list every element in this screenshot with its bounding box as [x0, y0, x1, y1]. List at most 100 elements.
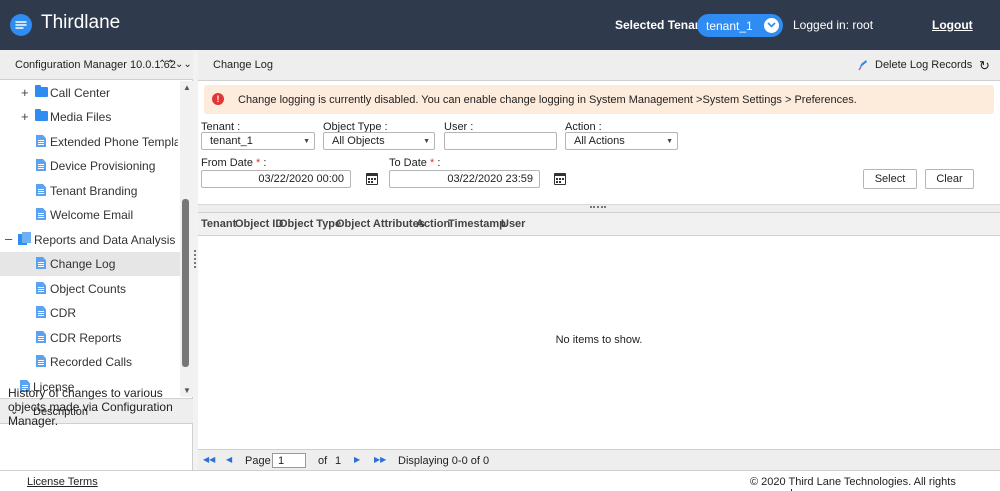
from-date-label: From Date * : — [201, 157, 267, 169]
sidebar-item-label: Media Files — [50, 110, 112, 124]
action-filter-select[interactable]: All Actions ▼ — [565, 132, 678, 150]
brand-name: Thirdlane — [41, 12, 121, 33]
sidebar-item-change-log[interactable]: Change Log — [0, 252, 180, 276]
tenant-selector[interactable]: tenant_1 — [697, 14, 783, 37]
sidebar-item-label: CDR Reports — [50, 331, 122, 345]
from-date-input[interactable]: 03/22/2020 00:00 — [201, 170, 351, 188]
sidebar-item-label: Extended Phone Templat... — [50, 135, 178, 149]
sidebar-item-welcome-email[interactable]: Welcome Email — [0, 203, 180, 227]
copyright-text: © 2020 Third Lane Technologies. All righ… — [750, 476, 956, 491]
empty-table-message: No items to show. — [555, 334, 643, 346]
calendar-icon[interactable] — [366, 173, 378, 185]
splitter-grip-icon[interactable] — [194, 250, 196, 268]
sidebar-item-label: Call Center — [50, 86, 111, 100]
sidebar-item-device-provisioning[interactable]: Device Provisioning — [0, 154, 180, 178]
folder-icon — [35, 85, 48, 97]
first-page-icon[interactable]: ◀◀ — [203, 455, 215, 464]
to-date-label-text: To Date — [389, 157, 427, 169]
column-header-tenant[interactable]: Tenant — [201, 218, 236, 230]
sidebar-item-cdr[interactable]: CDR — [0, 301, 180, 325]
tenant-selector-value: tenant_1 — [706, 19, 753, 33]
collapse-minus-icon[interactable]: – — [5, 231, 12, 246]
column-header-user[interactable]: User — [501, 218, 525, 230]
last-page-icon[interactable]: ▶▶ — [374, 455, 386, 464]
total-pages: 1 — [335, 455, 342, 467]
column-header-object-type[interactable]: Object Type — [279, 218, 341, 230]
page-title: Change Log — [213, 59, 273, 71]
document-icon — [36, 355, 46, 367]
table-header: Tenant Object ID Object Type Object Attr… — [198, 212, 1000, 236]
sidebar-item-recorded-calls[interactable]: Recorded Calls — [0, 350, 180, 374]
sidebar-item-media-files[interactable]: + Media Files — [0, 105, 180, 129]
document-icon — [36, 159, 46, 171]
document-icon — [36, 306, 46, 318]
description-text: History of changes to various objects ma… — [8, 386, 173, 428]
dropdown-arrow-icon: ▼ — [423, 138, 430, 145]
column-header-action[interactable]: Action — [416, 218, 450, 230]
clear-button[interactable]: Clear — [925, 169, 974, 189]
splitter-grip-icon[interactable] — [590, 206, 606, 208]
chevron-down-icon — [764, 18, 779, 33]
tenant-filter-select[interactable]: tenant_1 ▼ — [201, 132, 315, 150]
footer: License Terms © 2020 Third Lane Technolo… — [0, 470, 1000, 491]
scrollbar-thumb[interactable] — [182, 199, 189, 367]
alert-message: Change logging is currently disabled. Yo… — [238, 94, 857, 106]
main-panel: Change Log Delete Log Records ↻ ! Change… — [198, 50, 1000, 470]
object-type-value: All Objects — [332, 135, 385, 147]
sidebar-scrollbar[interactable]: ▲ ▼ — [180, 81, 193, 397]
expand-plus-icon[interactable]: + — [21, 85, 29, 100]
main-header: Change Log Delete Log Records ↻ — [198, 50, 1000, 81]
sidebar-item-object-counts[interactable]: Object Counts — [0, 277, 180, 301]
refresh-icon[interactable]: ↻ — [979, 58, 990, 74]
action-filter-value: All Actions — [574, 135, 625, 147]
pagination-bar: ◀◀ ◀ Page 1 of 1 ▶ ▶▶ Displaying 0-0 of … — [198, 449, 1000, 470]
document-icon — [36, 135, 46, 147]
of-label: of — [318, 455, 328, 467]
sidebar-item-tenant-branding[interactable]: Tenant Branding — [0, 179, 180, 203]
previous-page-icon[interactable]: ◀ — [226, 455, 232, 464]
delete-records-icon[interactable] — [858, 59, 868, 71]
object-type-select[interactable]: All Objects ▼ — [323, 132, 435, 150]
sidebar-item-call-center[interactable]: + Call Center — [0, 81, 180, 105]
sidebar-item-label: Object Counts — [50, 282, 127, 296]
dropdown-arrow-icon: ▼ — [666, 138, 673, 145]
next-page-icon[interactable]: ▶ — [354, 455, 360, 464]
sidebar-item-label: Recorded Calls — [50, 355, 133, 369]
sidebar-item-cdr-reports[interactable]: CDR Reports — [0, 326, 180, 350]
calendar-icon[interactable] — [554, 173, 566, 185]
column-header-timestamp[interactable]: Timestamp — [448, 218, 506, 230]
required-mark: * — [256, 157, 261, 169]
error-icon: ! — [212, 93, 224, 105]
select-button[interactable]: Select — [863, 169, 917, 189]
logged-in-user: Logged in: root — [793, 18, 874, 32]
grid-splitter[interactable] — [198, 204, 1000, 212]
column-header-object-id[interactable]: Object ID — [235, 218, 283, 230]
folder-icon — [35, 109, 48, 121]
sidebar-item-reports-and-data-analysis[interactable]: – Reports and Data Analysis — [0, 228, 180, 252]
sidebar-item-extended-phone-templates[interactable]: Extended Phone Templat... — [0, 130, 180, 154]
document-icon — [36, 331, 46, 343]
to-date-input[interactable]: 03/22/2020 23:59 — [389, 170, 540, 188]
expand-plus-icon[interactable]: + — [21, 109, 29, 124]
required-mark: * — [429, 157, 435, 169]
alert-banner: ! Change logging is currently disabled. … — [204, 85, 994, 114]
tenant-filter-value: tenant_1 — [210, 135, 253, 147]
page-number-input[interactable]: 1 — [272, 453, 306, 468]
expand-all-icon[interactable]: ⌄⌄ — [175, 59, 192, 70]
displaying-count: Displaying 0-0 of 0 — [398, 455, 490, 467]
collapse-all-icon[interactable]: ⌃⌃ — [158, 59, 175, 70]
from-date-label-text: From Date — [201, 157, 253, 169]
delete-log-records-button[interactable]: Delete Log Records — [875, 59, 972, 71]
thirdlane-logo-icon — [10, 14, 32, 36]
dropdown-arrow-icon: ▼ — [303, 138, 310, 145]
user-filter-input[interactable] — [444, 132, 557, 150]
scroll-up-icon[interactable]: ▲ — [183, 83, 191, 92]
sidebar-header: Configuration Manager 10.0.1.62 ⌃⌃ ⌄⌄ — [0, 50, 193, 80]
page-label: Page — [245, 455, 271, 467]
sidebar-title: Configuration Manager 10.0.1.62 — [15, 59, 176, 71]
document-icon — [36, 282, 46, 294]
column-header-object-attributes[interactable]: Object Attributes — [336, 218, 425, 230]
license-terms-link[interactable]: License Terms — [27, 476, 98, 488]
logout-link[interactable]: Logout — [932, 18, 973, 32]
sidebar-item-label: Reports and Data Analysis — [34, 233, 176, 247]
